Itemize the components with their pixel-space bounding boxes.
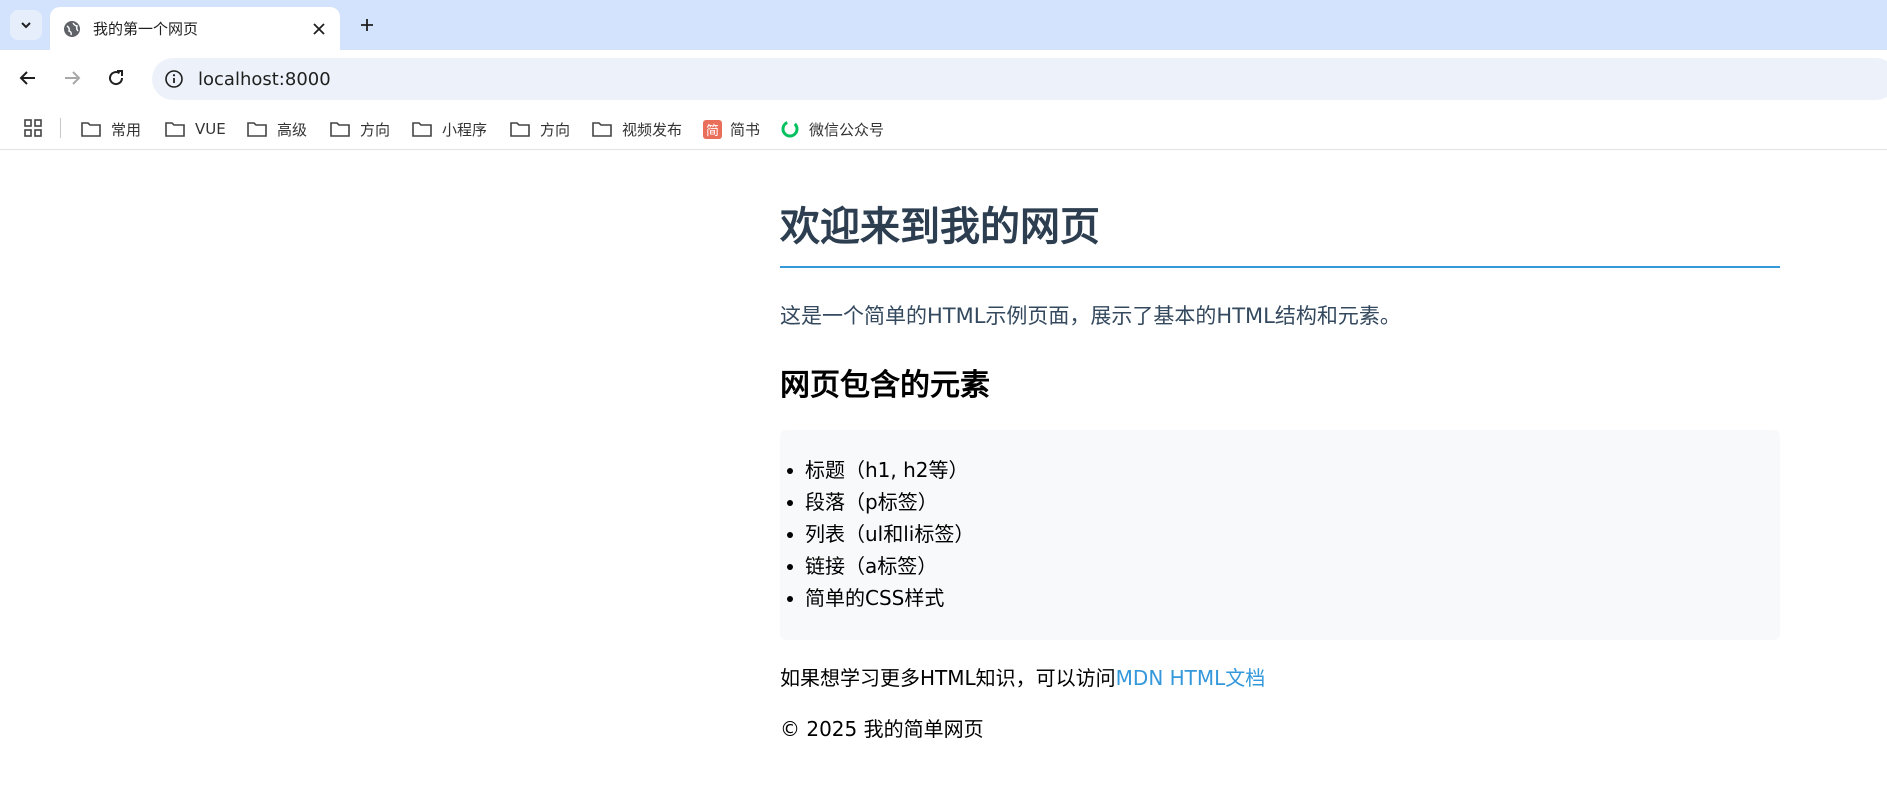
list-item: 链接（a标签） [787, 550, 1780, 582]
bookmark-folder-vue[interactable]: VUE [164, 114, 226, 144]
list-item: 标题（h1, h2等） [787, 454, 1780, 486]
bookmark-folder-shipinfabu[interactable]: 视频发布 [591, 114, 682, 144]
section-title: 网页包含的元素 [780, 368, 990, 403]
folder-icon [412, 122, 432, 137]
plus-icon [361, 19, 373, 31]
reload-button[interactable] [100, 62, 132, 94]
folder-icon [510, 122, 530, 137]
bookmark-folder-gaoji[interactable]: 高级 [246, 114, 307, 144]
elements-list-box: 标题（h1, h2等） 段落（p标签） 列表（ul和li标签） 链接（a标签） … [780, 430, 1780, 640]
page-title: 欢迎来到我的网页 [780, 206, 1780, 268]
bookmark-folder-changyong[interactable]: 常用 [80, 114, 141, 144]
bookmark-jianshu[interactable]: 简 简书 [703, 114, 760, 144]
list-item: 列表（ul和li标签） [787, 518, 1780, 550]
folder-icon [81, 122, 101, 137]
bookmark-folder-fangxiang[interactable]: 方向 [329, 114, 390, 144]
close-tab-icon[interactable] [308, 18, 330, 40]
bookmarks-bar: 常用 VUE 高级 方向 小程序 方向 视频发布 简 简书 微信公众号 [0, 108, 1887, 150]
bookmark-label: 方向 [540, 120, 571, 139]
arrow-right-icon [65, 71, 81, 85]
bookmark-label: 方向 [360, 120, 391, 139]
bookmark-label: 视频发布 [622, 120, 683, 139]
browser-toolbar: localhost:8000 [0, 50, 1887, 108]
arrow-left-icon [19, 71, 35, 85]
mdn-link[interactable]: MDN HTML文档 [1116, 666, 1266, 690]
list-item: 段落（p标签） [787, 486, 1780, 518]
folder-icon [247, 122, 267, 137]
bookmark-folder-xiaochengxu[interactable]: 小程序 [411, 114, 487, 144]
page-footer: © 2025 我的简单网页 [780, 717, 984, 741]
bookmark-label: VUE [195, 120, 226, 138]
apps-grid-icon[interactable] [22, 117, 44, 139]
new-tab-button[interactable] [352, 10, 382, 40]
more-text: 如果想学习更多HTML知识，可以访问 [780, 666, 1116, 690]
bookmark-label: 小程序 [442, 120, 488, 139]
bookmark-label: 常用 [111, 120, 142, 139]
forward-button[interactable] [56, 62, 88, 94]
reload-icon [109, 70, 124, 86]
intro-paragraph: 这是一个简单的HTML示例页面，展示了基本的HTML结构和元素。 [780, 304, 1401, 328]
tab-strip: 我的第一个网页 [0, 0, 1887, 50]
bookmark-label: 高级 [277, 120, 308, 139]
page-content: 欢迎来到我的网页 这是一个简单的HTML示例页面，展示了基本的HTML结构和元素… [780, 150, 1780, 742]
folder-icon [592, 122, 612, 137]
tab-title: 我的第一个网页 [93, 20, 199, 38]
bookmark-label: 简书 [730, 120, 761, 139]
elements-list: 标题（h1, h2等） 段落（p标签） 列表（ul和li标签） 链接（a标签） … [787, 454, 1780, 614]
chevron-down-icon [21, 22, 31, 29]
list-item: 简单的CSS样式 [787, 582, 1780, 614]
more-paragraph: 如果想学习更多HTML知识，可以访问MDN HTML文档 [780, 662, 1780, 691]
folder-icon [165, 122, 185, 137]
address-bar[interactable]: localhost:8000 [152, 58, 1887, 100]
folder-icon [330, 122, 350, 137]
globe-icon [64, 20, 80, 37]
back-button[interactable] [12, 62, 44, 94]
jianshu-icon: 简 [703, 119, 722, 139]
bookmark-label: 微信公众号 [809, 120, 885, 139]
tab-active[interactable]: 我的第一个网页 [50, 7, 340, 50]
info-icon[interactable] [164, 69, 184, 89]
wechat-icon [781, 120, 799, 138]
url-text: localhost:8000 [198, 68, 331, 90]
tab-search-button[interactable] [10, 10, 42, 40]
bookmark-folder-fangxiang-2[interactable]: 方向 [509, 114, 570, 144]
bookmark-wechat[interactable]: 微信公众号 [780, 114, 884, 144]
bookmarks-separator [60, 118, 61, 138]
